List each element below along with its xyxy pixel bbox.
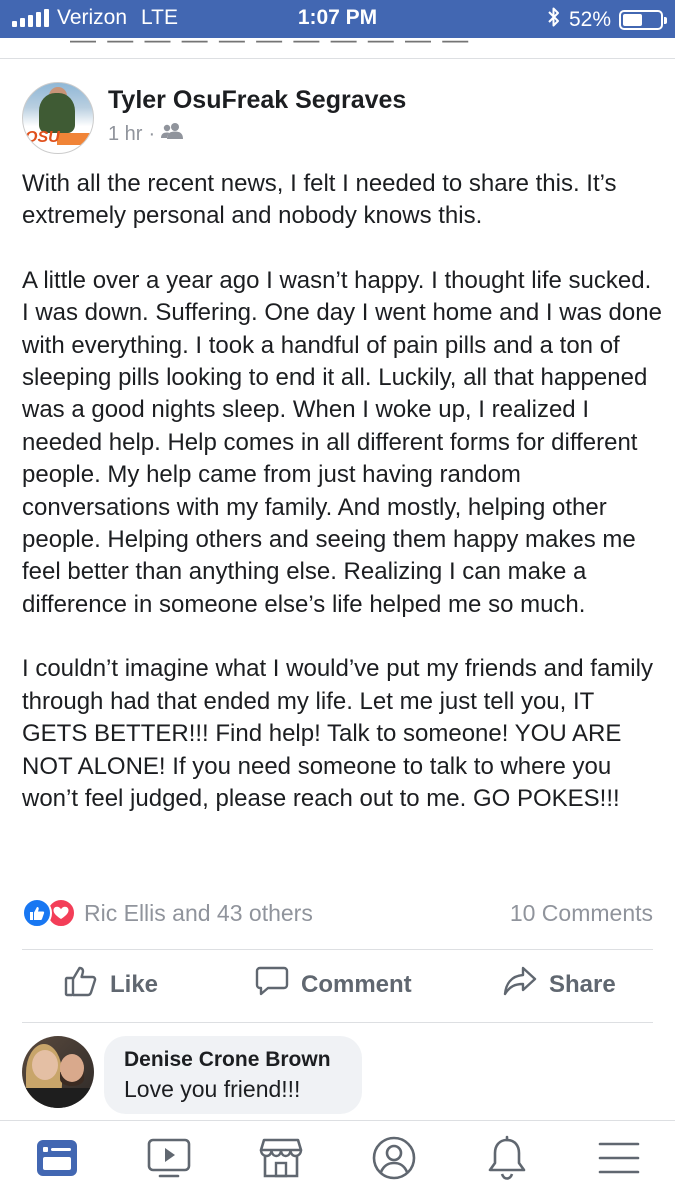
meta-separator: · bbox=[148, 122, 156, 145]
osu-logo: OSU bbox=[25, 129, 60, 146]
like-button[interactable]: Like bbox=[64, 965, 158, 1004]
bottom-tab-bar bbox=[0, 1120, 675, 1200]
divider bbox=[22, 1022, 653, 1023]
comment-button[interactable]: Comment bbox=[255, 965, 412, 1004]
comment-label: Comment bbox=[301, 970, 412, 998]
post-actions-bar: Like Comment Share bbox=[0, 965, 675, 1009]
profile-icon[interactable] bbox=[369, 1133, 419, 1183]
post-paragraph: With all the recent news, I felt I neede… bbox=[22, 170, 617, 230]
post-author-name[interactable]: Tyler OsuFreak Segraves bbox=[108, 86, 406, 115]
author-avatar[interactable]: OSU bbox=[22, 82, 94, 154]
friends-icon[interactable] bbox=[161, 122, 184, 146]
marketplace-icon[interactable] bbox=[256, 1133, 306, 1183]
divider bbox=[22, 949, 653, 950]
like-label: Like bbox=[110, 970, 159, 998]
post-meta: 1 hr · bbox=[108, 122, 184, 146]
notifications-icon[interactable] bbox=[482, 1133, 532, 1183]
share-button[interactable]: Share bbox=[503, 965, 616, 1004]
status-bar: Verizon LTE 1:07 PM 52% bbox=[0, 0, 675, 38]
thumbs-up-icon bbox=[64, 965, 98, 1004]
divider bbox=[0, 58, 675, 59]
post-paragraph: A little over a year ago I wasn’t happy.… bbox=[22, 266, 662, 618]
news-feed-icon[interactable] bbox=[32, 1133, 82, 1183]
post-paragraph: I couldn’t imagine what I would’ve put m… bbox=[22, 655, 653, 812]
share-arrow-icon bbox=[503, 965, 537, 1004]
commenter-avatar[interactable] bbox=[22, 1036, 94, 1108]
comment-icon bbox=[255, 965, 289, 1004]
bluetooth-icon bbox=[547, 6, 561, 34]
comment-bubble[interactable]: Denise Crone Brown Love you friend!!! bbox=[104, 1036, 362, 1114]
post-time[interactable]: 1 hr bbox=[108, 123, 142, 146]
commenter-name[interactable]: Denise Crone Brown bbox=[124, 1048, 342, 1072]
post-text: With all the recent news, I felt I neede… bbox=[22, 168, 662, 815]
watch-icon[interactable] bbox=[144, 1133, 194, 1183]
battery-percent: 52% bbox=[568, 8, 611, 31]
comment-text: Love you friend!!! bbox=[124, 1076, 301, 1102]
reactions-summary[interactable]: Ric Ellis and 43 others bbox=[22, 898, 313, 928]
previous-post-clipped-text: — — — — — — — — — — — bbox=[70, 38, 471, 54]
menu-icon[interactable] bbox=[594, 1133, 644, 1183]
like-reaction-icon bbox=[22, 898, 52, 928]
battery-icon bbox=[619, 10, 667, 30]
share-label: Share bbox=[549, 970, 616, 998]
comments-count-link[interactable]: 10 Comments bbox=[510, 900, 653, 927]
reactions-text[interactable]: Ric Ellis and 43 others bbox=[84, 900, 313, 927]
